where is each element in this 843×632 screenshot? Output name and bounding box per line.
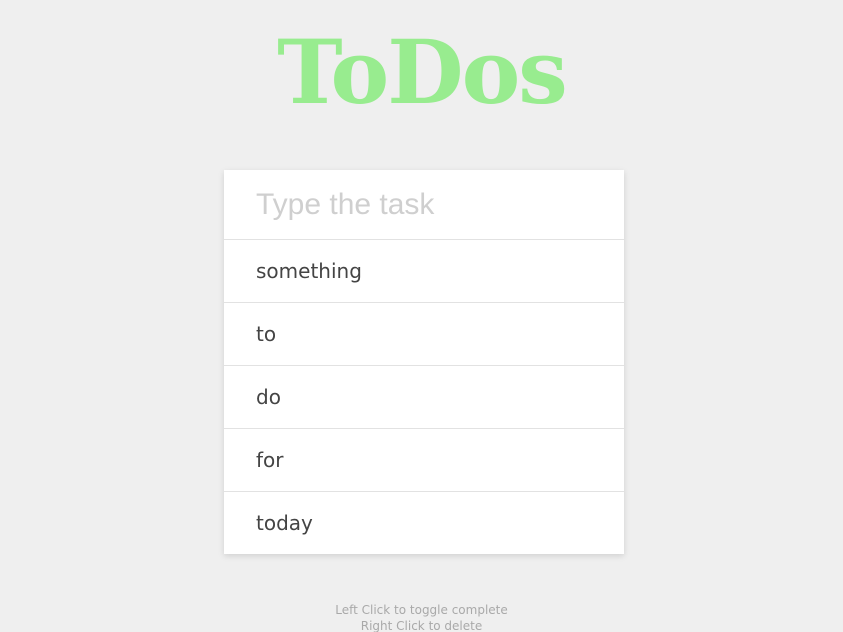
- task-list: something to do for today: [224, 240, 624, 554]
- new-task-input[interactable]: [224, 170, 624, 240]
- task-item-do[interactable]: do: [224, 366, 624, 429]
- todo-card: something to do for today: [224, 170, 624, 554]
- task-item-something[interactable]: something: [224, 240, 624, 303]
- instruction-left-click: Left Click to toggle complete: [335, 603, 508, 617]
- task-item-to[interactable]: to: [224, 303, 624, 366]
- task-item-for[interactable]: for: [224, 429, 624, 492]
- instruction-right-click: Right Click to delete: [360, 619, 483, 632]
- task-item-today[interactable]: today: [224, 492, 624, 554]
- app-title: ToDos: [277, 20, 568, 124]
